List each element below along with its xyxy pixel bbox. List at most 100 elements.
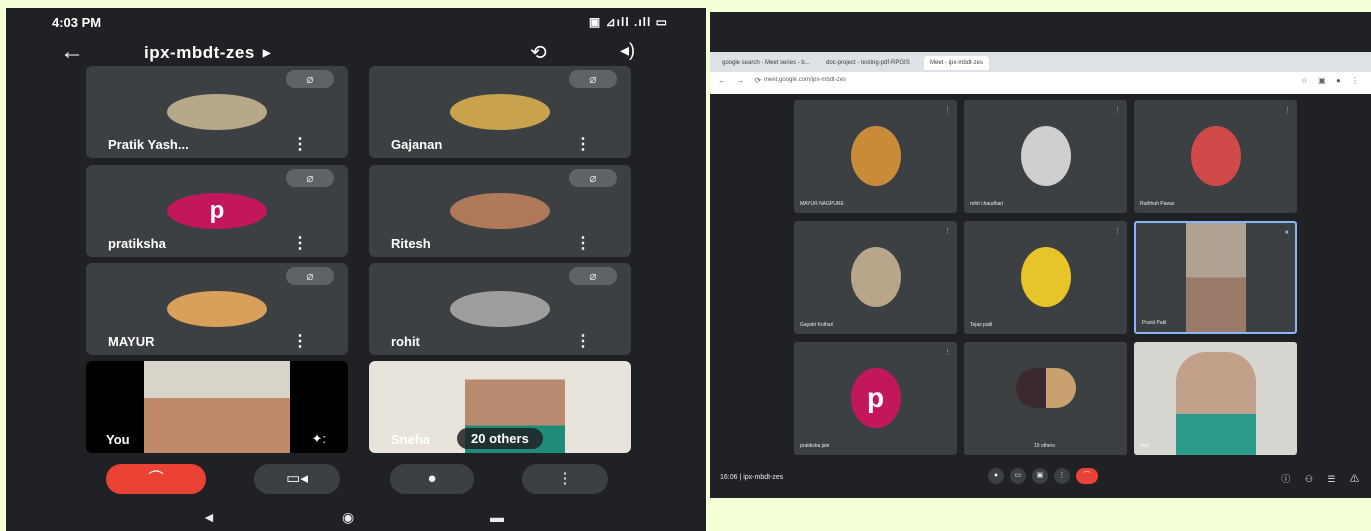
tab-strip: google search - Meet series - b... doc-p… — [710, 52, 1371, 72]
others-count-badge: 20 others — [457, 428, 543, 449]
participant-name: Pranit Patil — [1142, 320, 1167, 326]
browser-toolbar-icons[interactable]: ☆ ▣ ● ⋮ — [1301, 76, 1363, 85]
end-call-button[interactable]: ⌒ — [106, 464, 206, 494]
participant-name: Gayatri Kothari — [800, 322, 834, 328]
status-bar: 4:03 PM ▣ ⊿ıll .ıll ▭ — [6, 8, 706, 34]
tile-menu-icon[interactable]: ⋮ — [944, 348, 951, 356]
participant-name: rohit chaudhari — [970, 201, 1004, 207]
participant-tile[interactable]: ⋮ Gayatri Kothari — [794, 221, 957, 334]
browser-nav-icons[interactable]: ← → ⟳ — [718, 76, 765, 85]
nav-home-icon[interactable]: ◉ — [342, 509, 354, 526]
participant-tile[interactable]: ⌀ Gajanan ⋮ — [369, 66, 631, 158]
meet-bottom-bar: 16:06 | ipx-mbdt-zes ● ▭ ▣ ⋮ ⌒ ⓘ ⚇ ☰ ⚠ — [710, 464, 1371, 494]
more-options-button[interactable]: ⋮ — [522, 464, 608, 494]
others-tile[interactable]: 15 others — [964, 342, 1127, 455]
mic-off-icon: ⌀ — [569, 169, 617, 187]
participant-tile[interactable]: ⋮ Tejas patil — [964, 221, 1127, 334]
more-options-icon[interactable]: ⋮ — [575, 233, 591, 253]
tab-doc-project[interactable]: doc-project - testing-pdf-RPGIS — [820, 56, 916, 70]
participant-tile[interactable]: ⌀ MAYUR ⋮ — [86, 263, 348, 355]
tile-menu-icon[interactable]: ⋮ — [1114, 106, 1121, 114]
avatar — [450, 193, 550, 229]
meeting-code-label: ipx-mbdt-zes — [144, 43, 255, 62]
present-button[interactable]: ▣ — [1031, 468, 1048, 484]
caret-right-icon: ▶ — [262, 48, 272, 60]
browser-window: google search - Meet series - b... doc-p… — [710, 12, 1371, 498]
participant-tile[interactable]: ⋮ p pratiksha jain — [794, 342, 957, 455]
participant-name: Gajanan — [391, 137, 443, 152]
back-arrow-icon[interactable]: ← — [60, 38, 84, 66]
others-tile[interactable]: Sneha 20 others — [369, 361, 631, 453]
mic-off-icon: ⌀ — [569, 70, 617, 88]
avatar — [167, 291, 267, 327]
android-nav-bar: ◄ ◉ ▬ — [6, 505, 706, 531]
avatar — [850, 126, 901, 186]
participant-tile[interactable]: ⋮ MAYUR NAGPURE — [794, 100, 957, 213]
end-call-button[interactable]: ⌒ — [1075, 468, 1098, 484]
participant-tile[interactable]: ⋮ rohit chaudhari — [964, 100, 1127, 213]
mic-off-icon: ⌀ — [286, 70, 334, 88]
participant-tile[interactable]: ⌀ Ritesh ⋮ — [369, 165, 631, 257]
self-view-tile[interactable]: You — [1134, 342, 1297, 455]
more-options-icon[interactable]: ⋮ — [575, 134, 591, 154]
meeting-time-code: 16:06 | ipx-mbdt-zes — [720, 474, 784, 481]
mic-off-icon: ⌀ — [569, 267, 617, 285]
mic-off-icon: ⌀ — [286, 169, 334, 187]
self-label: You — [106, 432, 130, 447]
more-options-icon[interactable]: ⋮ — [292, 233, 308, 253]
tab-google-search[interactable]: google search - Meet series - b... — [716, 56, 816, 70]
self-label: You — [1140, 443, 1149, 449]
avatar: p — [850, 368, 901, 428]
participant-tile[interactable]: ⌀ rohit ⋮ — [369, 263, 631, 355]
status-icons: ▣ ⊿ıll .ıll ▭ — [588, 15, 668, 29]
others-avatars — [1016, 368, 1076, 408]
camera-button[interactable]: ▭ — [1009, 468, 1026, 484]
speaker-icon[interactable]: ◂) — [620, 40, 635, 61]
participant-tile[interactable]: ⋮ Ruthhuh Pawar — [1134, 100, 1297, 213]
participant-name: Ruthhuh Pawar — [1140, 201, 1175, 207]
mic-button[interactable]: ● — [988, 468, 1004, 484]
more-options-icon[interactable]: ⋮ — [575, 331, 591, 351]
mic-off-icon: ⌀ — [286, 267, 334, 285]
self-view-tile[interactable]: You ✦: — [86, 361, 348, 453]
effects-icon[interactable]: ✦: — [311, 431, 326, 447]
avatar: p — [167, 193, 267, 229]
mic-toggle-button[interactable]: ● — [390, 464, 474, 494]
more-options-icon[interactable]: ⋮ — [292, 331, 308, 351]
switch-camera-icon[interactable]: ⟲ — [530, 40, 547, 65]
avatar — [1020, 247, 1071, 307]
more-options-button[interactable]: ⋮ — [1053, 468, 1070, 484]
self-video — [1176, 352, 1256, 455]
camera-toggle-button[interactable]: ▭◂ — [254, 464, 340, 494]
meeting-code[interactable]: ipx-mbdt-zes ▶ — [144, 43, 271, 63]
more-options-icon[interactable]: ⋮ — [292, 134, 308, 154]
status-time: 4:03 PM — [52, 15, 102, 30]
avatar — [1190, 126, 1241, 186]
tile-menu-icon[interactable]: ⋮ — [1114, 227, 1121, 235]
self-video — [144, 361, 290, 453]
sneha-label: Sneha — [391, 432, 431, 447]
nav-back-icon[interactable]: ◄ — [202, 509, 216, 525]
meet-side-icons[interactable]: ⓘ ⚇ ☰ ⚠ — [1281, 472, 1365, 485]
others-count: 15 others — [1034, 443, 1055, 449]
participant-name: pratiksha jain — [800, 443, 830, 449]
nav-recents-icon[interactable]: ▬ — [490, 509, 504, 525]
avatar — [1020, 126, 1071, 186]
tile-menu-icon[interactable]: ⋮ — [1284, 106, 1291, 114]
participant-video — [1186, 223, 1246, 332]
avatar — [450, 94, 550, 130]
participant-name: Tejas patil — [970, 322, 993, 328]
url-input[interactable]: meet.google.com/ipx-mbdt-zes — [764, 77, 846, 83]
tile-menu-icon[interactable]: ⋮ — [944, 106, 951, 114]
participant-tile[interactable]: ⌀ p pratiksha ⋮ — [86, 165, 348, 257]
phone-screen: 4:03 PM ▣ ⊿ıll .ıll ▭ ← ipx-mbdt-zes ▶ ⟲ … — [6, 8, 706, 531]
participant-name: Pratik Yash... — [108, 137, 189, 152]
speaking-indicator-icon: ● — [1284, 229, 1289, 236]
call-controls: ⌒ ▭◂ ● ⋮ — [6, 464, 706, 500]
participant-tile[interactable]: ⌀ Pratik Yash... ⋮ — [86, 66, 348, 158]
tab-meet[interactable]: Meet - ipx-mbdt-zes — [924, 56, 990, 70]
participant-tile-active-speaker[interactable]: ● Pranit Patil — [1134, 221, 1297, 334]
tile-menu-icon[interactable]: ⋮ — [944, 227, 951, 235]
avatar — [850, 247, 901, 307]
avatar-initial: p — [209, 197, 225, 224]
